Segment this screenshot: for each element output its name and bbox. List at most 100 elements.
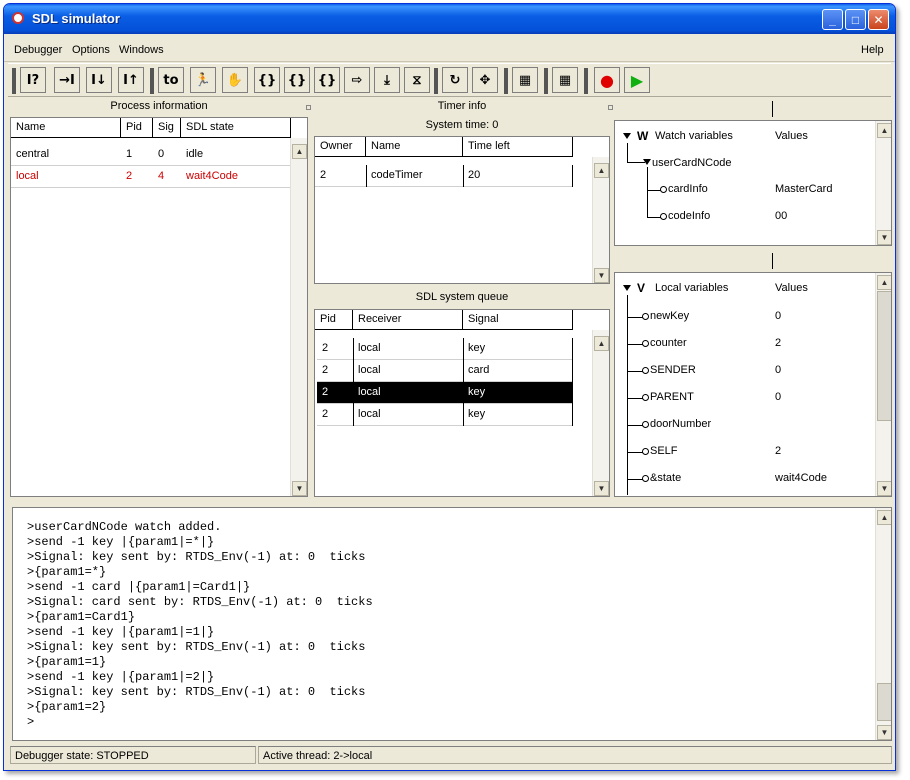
maximize-button[interactable]: □ xyxy=(845,9,866,30)
local-var-name[interactable]: SELF xyxy=(650,445,678,457)
watch-var-name[interactable]: cardInfo xyxy=(668,183,708,195)
locals-root-label[interactable]: Local variables xyxy=(655,282,728,294)
title-bar[interactable]: SDL simulator _ □ ✕ xyxy=(4,4,895,34)
step-transition-button[interactable]: {} xyxy=(254,67,280,93)
hand-stop-button[interactable]: ✋ xyxy=(222,67,248,93)
close-icon: ✕ xyxy=(873,12,884,27)
queue-pid: 2 xyxy=(322,342,329,354)
col-time-left[interactable]: Time left xyxy=(463,137,573,157)
timer-time-left: 20 xyxy=(468,169,481,181)
process-scrollbar[interactable]: ▲ ▼ xyxy=(290,138,307,496)
local-var-name[interactable]: &state xyxy=(650,472,681,484)
process-sig: 4 xyxy=(158,170,165,182)
table-row[interactable]: 2 local card xyxy=(317,360,573,382)
scroll-down-icon[interactable]: ▼ xyxy=(877,725,891,740)
scroll-up-icon[interactable]: ▲ xyxy=(594,336,609,351)
local-var-name[interactable]: newKey xyxy=(650,310,689,322)
scroll-down-icon[interactable]: ▼ xyxy=(877,230,891,245)
local-var-name[interactable]: PARENT xyxy=(650,391,694,403)
local-var-name[interactable]: counter xyxy=(650,337,687,349)
record-button[interactable]: ● xyxy=(594,67,620,93)
maximize-icon: □ xyxy=(851,12,860,27)
scroll-thumb[interactable] xyxy=(877,683,891,721)
move-button[interactable]: ✥ xyxy=(472,67,498,93)
step-into-button[interactable]: →I xyxy=(54,67,80,93)
expand-icon[interactable] xyxy=(623,133,631,139)
next-transition-button[interactable]: {} xyxy=(284,67,310,93)
leaf-node-icon xyxy=(642,367,649,374)
table-row[interactable]: local 2 4 wait4Code xyxy=(11,166,290,188)
queue-pid: 2 xyxy=(322,386,329,398)
scroll-down-icon[interactable]: ▼ xyxy=(292,481,307,496)
col-receiver[interactable]: Receiver xyxy=(353,310,463,330)
local-var-name[interactable]: SENDER xyxy=(650,364,696,376)
deliver-button[interactable]: ⤓ xyxy=(374,67,400,93)
scroll-up-icon[interactable]: ▲ xyxy=(594,163,609,178)
queue-signal: card xyxy=(468,364,490,376)
table-row[interactable]: 2 codeTimer 20 xyxy=(315,165,573,187)
local-var-value: wait4Code xyxy=(775,472,827,484)
scroll-up-icon[interactable]: ▲ xyxy=(877,510,891,525)
col-queue-pid[interactable]: Pid xyxy=(315,310,353,330)
minimize-button[interactable]: _ xyxy=(822,9,843,30)
next-state-button[interactable]: ⇨ xyxy=(344,67,370,93)
scroll-up-icon[interactable]: ▲ xyxy=(877,275,891,290)
run-man-button[interactable]: 🏃 xyxy=(190,67,216,93)
col-pid[interactable]: Pid xyxy=(121,118,153,138)
step-over-button[interactable]: I↓ xyxy=(86,67,112,93)
watch-var-name[interactable]: codeInfo xyxy=(668,210,710,222)
queue-receiver: local xyxy=(358,408,381,420)
console-output[interactable]: >userCardNCode watch added. >send -1 key … xyxy=(27,520,373,730)
expand-icon[interactable] xyxy=(623,285,631,291)
step-statement-button[interactable]: {} xyxy=(314,67,340,93)
scroll-up-icon[interactable]: ▲ xyxy=(877,123,891,138)
console-panel[interactable]: >userCardNCode watch added. >send -1 key … xyxy=(12,507,892,741)
watch-values-header: Values xyxy=(775,130,808,142)
msc-trace-button[interactable]: ▦ xyxy=(512,67,538,93)
timer-button[interactable]: ⧖ xyxy=(404,67,430,93)
local-var-name[interactable]: doorNumber xyxy=(650,418,711,430)
leaf-node-icon xyxy=(642,394,649,401)
queue-scrollbar[interactable]: ▲ ▼ xyxy=(592,330,609,496)
app-icon[interactable] xyxy=(12,12,24,24)
play-button[interactable]: ▶ xyxy=(624,67,650,93)
menu-debugger[interactable]: Debugger xyxy=(14,44,62,56)
scroll-thumb[interactable] xyxy=(877,291,891,421)
col-signal[interactable]: Signal xyxy=(463,310,573,330)
watch-var-value: MasterCard xyxy=(775,183,833,195)
send-to-button[interactable]: to xyxy=(158,67,184,93)
scroll-down-icon[interactable]: ▼ xyxy=(594,268,609,283)
process-state: wait4Code xyxy=(186,170,238,182)
menu-windows[interactable]: Windows xyxy=(119,44,164,56)
timer-scrollbar[interactable]: ▲ ▼ xyxy=(592,157,609,283)
watch-group[interactable]: userCardNCode xyxy=(652,157,731,169)
watch-scrollbar[interactable]: ▲ ▼ xyxy=(875,121,891,245)
scroll-down-icon[interactable]: ▼ xyxy=(877,481,891,496)
splitter-handle[interactable] xyxy=(608,105,613,110)
splitter-handle[interactable] xyxy=(306,105,311,110)
refresh-button[interactable]: ↻ xyxy=(442,67,468,93)
col-timer-name[interactable]: Name xyxy=(366,137,463,157)
locals-scrollbar[interactable]: ▲ ▼ xyxy=(875,273,891,496)
step-out-button[interactable]: I↑ xyxy=(118,67,144,93)
table-row[interactable]: central 1 0 idle xyxy=(11,144,290,166)
window-title: SDL simulator xyxy=(32,11,120,26)
console-scrollbar[interactable]: ▲ ▼ xyxy=(875,508,891,740)
table-row[interactable]: 2 local key xyxy=(317,382,573,404)
col-name[interactable]: Name xyxy=(11,118,121,138)
menu-help[interactable]: Help xyxy=(861,44,884,56)
calculator-button[interactable]: ▦ xyxy=(552,67,578,93)
col-owner[interactable]: Owner xyxy=(315,137,366,157)
close-button[interactable]: ✕ xyxy=(868,9,889,30)
watch-root-label[interactable]: Watch variables xyxy=(655,130,733,142)
table-row[interactable]: 2 local key xyxy=(317,338,573,360)
menu-options[interactable]: Options xyxy=(72,44,110,56)
table-row[interactable]: 2 local key xyxy=(317,404,573,426)
process-info-button[interactable]: I? xyxy=(20,67,46,93)
scroll-down-icon[interactable]: ▼ xyxy=(594,481,609,496)
local-var-value: 0 xyxy=(775,364,782,376)
col-sig[interactable]: Sig xyxy=(153,118,181,138)
col-sdl-state[interactable]: SDL state xyxy=(181,118,291,138)
expand-icon[interactable] xyxy=(643,159,651,165)
scroll-up-icon[interactable]: ▲ xyxy=(292,144,307,159)
